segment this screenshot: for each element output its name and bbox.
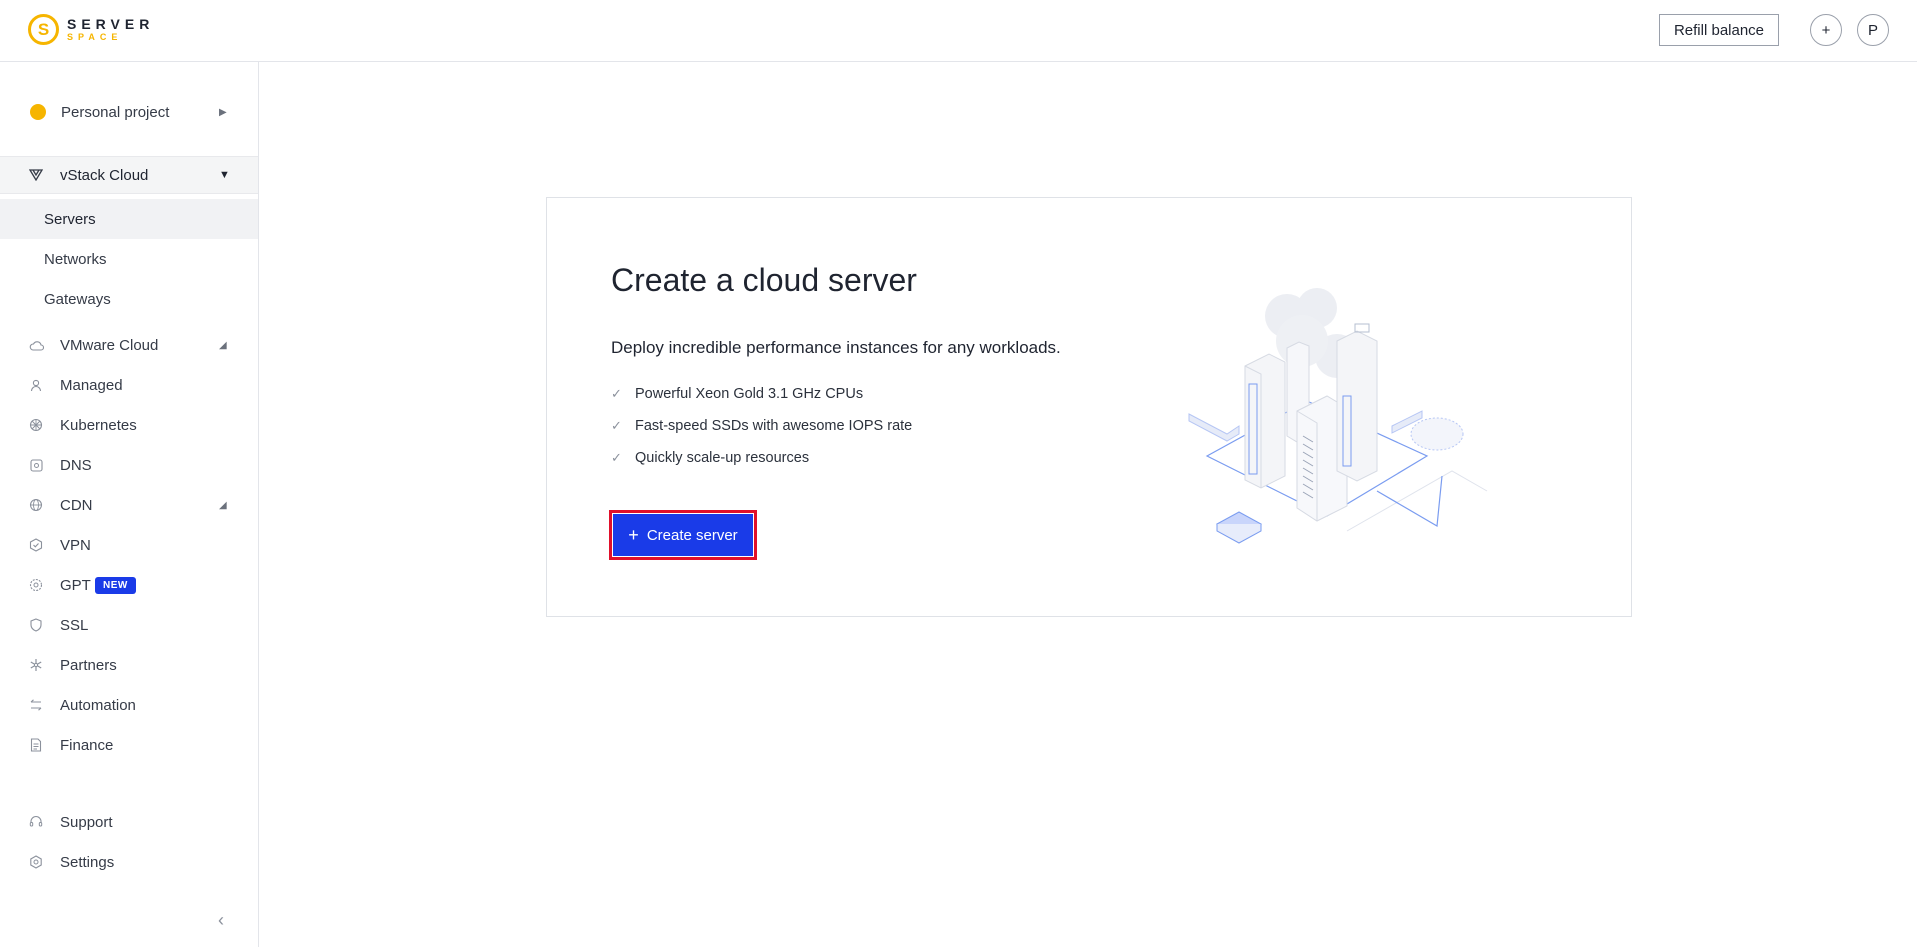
finance-label: Finance xyxy=(60,736,114,754)
gateways-label: Gateways xyxy=(44,290,111,308)
logo-mark-icon xyxy=(28,14,59,45)
sidebar-item-networks[interactable]: Networks xyxy=(0,239,258,279)
plus-icon: + xyxy=(628,524,639,545)
check-icon: ✓ xyxy=(611,450,622,465)
sidebar-item-cdn[interactable]: CDN ◢ xyxy=(0,487,258,523)
sidebar-item-gateways[interactable]: Gateways xyxy=(0,279,258,319)
settings-label: Settings xyxy=(60,853,115,871)
support-label: Support xyxy=(60,813,113,831)
logo-text: SERVER SPACE xyxy=(67,17,154,42)
caret-icon: ◢ xyxy=(219,339,227,351)
cloud-icon xyxy=(28,337,44,353)
refill-balance-button[interactable]: Refill balance xyxy=(1659,14,1779,46)
sidebar-item-finance[interactable]: Finance xyxy=(0,727,258,763)
new-badge: NEW xyxy=(95,577,136,594)
feature-item: ✓ Powerful Xeon Gold 3.1 GHz CPUs xyxy=(611,378,912,410)
document-icon xyxy=(28,737,44,753)
arrows-icon xyxy=(28,697,44,713)
card-subtitle: Deploy incredible performance instances … xyxy=(611,338,1061,357)
sidebar-item-vpn[interactable]: VPN xyxy=(0,527,258,563)
kubernetes-label: Kubernetes xyxy=(60,416,137,434)
avatar-letter: P xyxy=(1867,21,1878,39)
project-icon xyxy=(30,104,46,120)
caret-down-icon: ▼ xyxy=(219,169,230,181)
feature-list: ✓ Powerful Xeon Gold 3.1 GHz CPUs ✓ Fast-s… xyxy=(611,378,912,474)
sidebar-item-ssl[interactable]: SSL xyxy=(0,607,258,643)
gpt-label: GPT xyxy=(60,576,91,594)
servers-label: Servers xyxy=(44,210,96,228)
partners-label: Partners xyxy=(60,656,117,674)
headset-icon xyxy=(28,814,44,830)
feature-item: ✓ Quickly scale-up resources xyxy=(611,442,912,474)
collapse-sidebar-icon[interactable]: ‹ xyxy=(218,910,224,931)
feature-text: Quickly scale-up resources xyxy=(635,450,810,466)
plus-icon: + xyxy=(1821,21,1831,39)
networks-label: Networks xyxy=(44,250,107,268)
create-server-card: Create a cloud server Deploy incredible … xyxy=(546,197,1632,617)
automation-label: Automation xyxy=(60,696,136,714)
project-selector[interactable]: Personal project ▶ xyxy=(0,94,258,130)
create-server-button[interactable]: + Create server xyxy=(613,514,753,556)
sidebar-item-servers[interactable]: Servers xyxy=(0,199,258,239)
ssl-label: SSL xyxy=(60,616,89,634)
gear-icon xyxy=(28,854,44,870)
vstack-label: vStack Cloud xyxy=(60,166,149,184)
sidebar-item-vmware-cloud[interactable]: VMware Cloud ◢ xyxy=(0,327,258,363)
feature-item: ✓ Fast-speed SSDs with awesome IOPS rate xyxy=(611,410,912,442)
user-avatar[interactable]: P xyxy=(1857,14,1889,46)
chip-icon xyxy=(28,577,44,593)
vstack-icon xyxy=(28,167,44,183)
check-icon: ✓ xyxy=(611,386,622,401)
sidebar-item-gpt[interactable]: GPT NEW xyxy=(0,567,258,603)
asterisk-icon xyxy=(28,657,44,673)
sidebar-item-support[interactable]: Support xyxy=(0,804,258,840)
sidebar-item-vstack-cloud[interactable]: vStack Cloud ▼ xyxy=(0,156,258,194)
sidebar-item-managed[interactable]: Managed xyxy=(0,367,258,403)
helm-icon xyxy=(28,417,44,433)
feature-text: Powerful Xeon Gold 3.1 GHz CPUs xyxy=(635,386,864,402)
server-illustration xyxy=(1188,288,1488,544)
vmware-label: VMware Cloud xyxy=(60,336,159,354)
sidebar-item-settings[interactable]: Settings xyxy=(0,844,258,880)
user-icon xyxy=(28,377,44,393)
sidebar-item-kubernetes[interactable]: Kubernetes xyxy=(0,407,258,443)
dns-label: DNS xyxy=(60,456,92,474)
logo-line1: SERVER xyxy=(67,16,155,32)
dns-icon xyxy=(28,457,44,473)
globe-icon xyxy=(28,497,44,513)
top-bar: SERVER SPACE Refill balance + P xyxy=(0,0,1917,62)
project-label: Personal project xyxy=(61,103,170,121)
sidebar-item-partners[interactable]: Partners xyxy=(0,647,258,683)
sidebar: Personal project ▶ vStack Cloud ▼ Server… xyxy=(0,62,259,947)
check-icon: ✓ xyxy=(611,418,622,433)
serverspace-logo[interactable]: SERVER SPACE xyxy=(28,14,154,45)
logo-line2: SPACE xyxy=(67,32,123,42)
sidebar-item-automation[interactable]: Automation xyxy=(0,687,258,723)
add-button[interactable]: + xyxy=(1810,14,1842,46)
cdn-label: CDN xyxy=(60,496,93,514)
shield-check-icon xyxy=(28,537,44,553)
caret-icon: ◢ xyxy=(219,499,227,511)
shield-icon xyxy=(28,617,44,633)
card-title: Create a cloud server xyxy=(611,262,917,298)
sidebar-item-dns[interactable]: DNS xyxy=(0,447,258,483)
vpn-label: VPN xyxy=(60,536,91,554)
create-server-label: Create server xyxy=(646,526,738,544)
managed-label: Managed xyxy=(60,376,123,394)
chevron-right-icon: ▶ xyxy=(219,106,227,118)
feature-text: Fast-speed SSDs with awesome IOPS rate xyxy=(635,418,913,434)
